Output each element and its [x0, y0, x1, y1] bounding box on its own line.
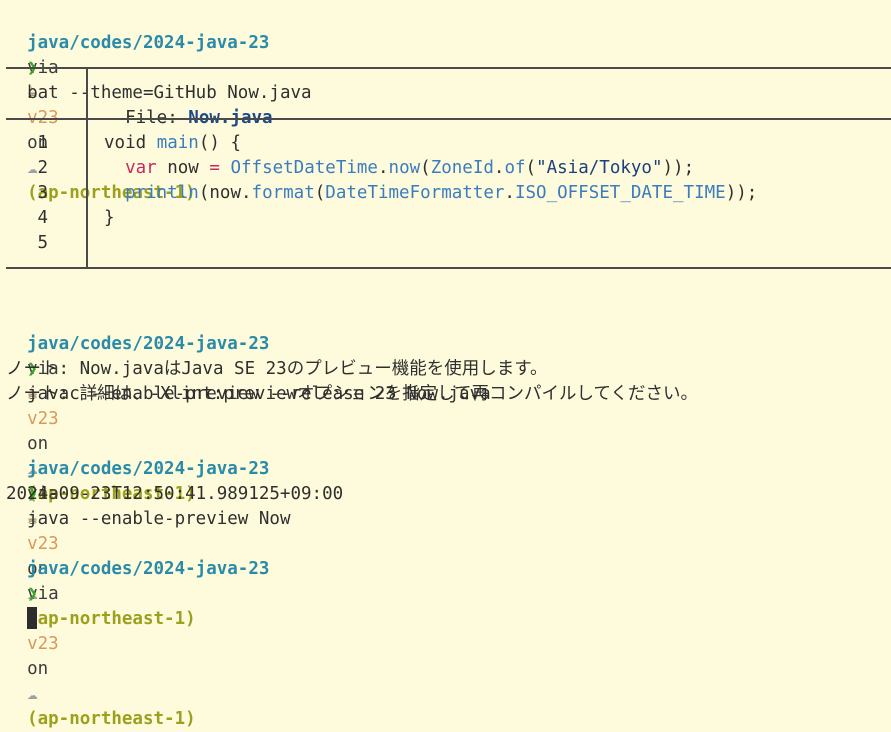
code-line-2: var now = OffsetDateTime.now(ZoneId.of("… [104, 156, 694, 181]
code-text: } [104, 208, 115, 228]
aws-region: (ap-northeast-1) [27, 609, 196, 629]
bat-top-rule [6, 67, 891, 69]
code-line-1: void main() { [104, 131, 241, 156]
code-function: format [251, 183, 315, 203]
code-text: . [504, 183, 515, 203]
output-line: 2024-09-23T12:50:41.989125+09:00 [6, 484, 344, 504]
line-number: 3 [37, 183, 48, 203]
prompt-line: java/codes/2024-java-23 via ☕ v23 on ☁ (… [6, 532, 269, 729]
prompt-line: java/codes/2024-java-23 via ☕ v23 on ☁ (… [6, 432, 269, 629]
bat-header-rule [6, 118, 891, 120]
output-line: ノート: Now.javaはJava SE 23のプレビュー機能を使用します。 [6, 359, 548, 379]
bat-bottom-rule [6, 267, 891, 269]
bat-gutter-rule-header [86, 68, 88, 118]
aws-region: (ap-northeast-1) [27, 709, 196, 729]
command-line: ❯ bat --theme=GitHub Now.java [6, 31, 311, 103]
prompt-line: java/codes/2024-java-23 via ☕ v23 on ☁ (… [6, 6, 269, 203]
code-text: ( [314, 183, 326, 203]
terminal-cursor[interactable] [27, 607, 38, 629]
code-keyword: void [104, 133, 157, 153]
output-line: ノート: 詳細は、-Xlint:previewオプションを指定して再コンパイルし… [6, 384, 698, 404]
code-text: now [156, 158, 210, 178]
code-line-4: } [104, 206, 115, 231]
code-text: . [377, 158, 389, 178]
java-version: v23 [27, 409, 59, 429]
prompt-on: on [27, 659, 49, 679]
prompt-path: java/codes/2024-java-23 [27, 559, 270, 579]
code-text: )); [725, 183, 758, 203]
code-text: ( [525, 158, 537, 178]
code-text: . [493, 158, 505, 178]
code-string: "Asia/Tokyo" [536, 158, 663, 178]
line-number: 5 [37, 233, 48, 253]
bat-gutter-rule [86, 119, 88, 267]
java-version: v23 [27, 634, 59, 654]
input-line[interactable]: ❯ [6, 557, 38, 629]
code-text: )); [662, 158, 695, 178]
code-constant: ISO_OFFSET_DATE_TIME [514, 183, 726, 203]
bat-file-header: File: Now.java [104, 81, 273, 128]
command-line: ❯ java --enable-preview Now [6, 457, 290, 529]
line-number: 2 [37, 158, 48, 178]
code-text: () { [198, 133, 241, 153]
code-class: DateTimeFormatter [325, 183, 505, 203]
code-keyword: var [125, 158, 157, 178]
code-operator: = [209, 158, 220, 178]
code-text: ( [420, 158, 431, 178]
command-line: ❯ javac --enable-preview --release 23 No… [6, 332, 491, 404]
code-function: println [125, 183, 199, 203]
prompt-line: java/codes/2024-java-23 via ☕ v23 on ☁ (… [6, 307, 269, 504]
code-text: (now. [198, 183, 252, 203]
line-number: 4 [37, 208, 48, 228]
cloud-icon: ☁ [27, 684, 38, 704]
code-class: ZoneId [430, 158, 494, 178]
code-class: OffsetDateTime [230, 158, 378, 178]
code-function: now [388, 158, 421, 178]
code-function: of [504, 158, 526, 178]
command-text: java --enable-preview Now [27, 509, 291, 529]
code-function: main [156, 133, 199, 153]
code-line-3: println(now.format(DateTimeFormatter.ISO… [104, 181, 757, 206]
prompt-chevron-icon: ❯ [27, 584, 38, 604]
line-number: 1 [37, 133, 48, 153]
